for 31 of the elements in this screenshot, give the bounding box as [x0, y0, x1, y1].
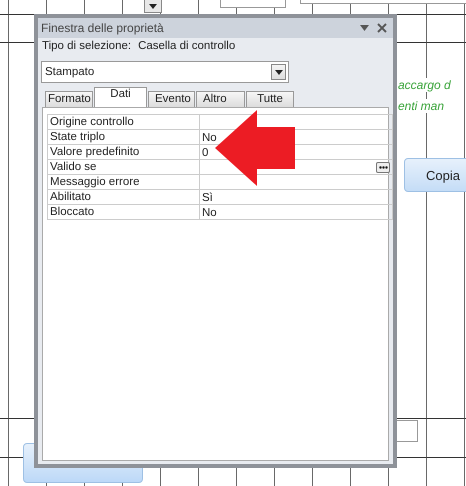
property-name: Abilitato	[49, 190, 92, 205]
caret-icon	[274, 70, 282, 74]
selection-type-label: Tipo di selezione:	[42, 40, 132, 54]
builder-button[interactable]	[376, 162, 390, 173]
object-dropdown[interactable]: Stampato	[41, 61, 289, 83]
tab[interactable]: Evento	[148, 91, 195, 107]
close-icon[interactable]	[377, 23, 387, 33]
form-label: accargo d	[398, 78, 451, 92]
tab[interactable]: Dati	[94, 87, 147, 107]
form-label: enti man	[398, 99, 444, 113]
property-name: Origine controllo	[49, 115, 135, 130]
dropdown-button[interactable]	[271, 64, 286, 80]
dropdown-button[interactable]	[144, 0, 162, 13]
property-value[interactable]: No	[202, 130, 217, 144]
property-name: Valido se	[49, 160, 98, 175]
property-name: Valore predefinito	[49, 145, 140, 160]
window-title: Finestra delle proprietà	[41, 21, 165, 35]
property-value[interactable]: 0	[202, 146, 208, 160]
tab[interactable]: Altro	[196, 91, 245, 107]
caret-icon	[149, 4, 157, 8]
copy-button[interactable]: Copia	[404, 158, 466, 192]
tab[interactable]: Tutte	[246, 91, 294, 107]
dropdown-icon[interactable]	[360, 25, 369, 31]
selection-type-value: Casella di controllo	[138, 40, 236, 54]
property-name: State triplo	[49, 130, 106, 145]
property-name: Bloccato	[49, 205, 96, 220]
property-value[interactable]: Sì	[202, 190, 213, 204]
ellipsis-icon	[378, 166, 388, 169]
property-value[interactable]: No	[202, 206, 217, 220]
tab[interactable]: Formato	[45, 91, 93, 107]
property-name: Messaggio errore	[49, 175, 140, 190]
